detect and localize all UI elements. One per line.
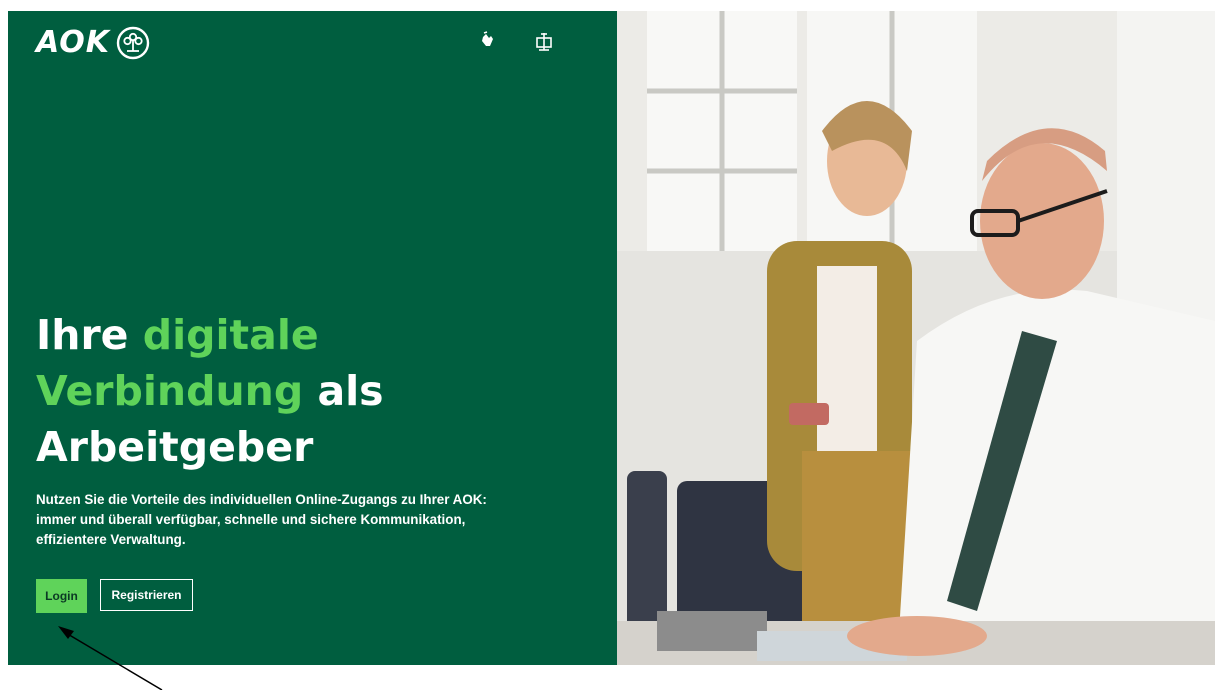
annotation-arrow — [58, 626, 163, 690]
